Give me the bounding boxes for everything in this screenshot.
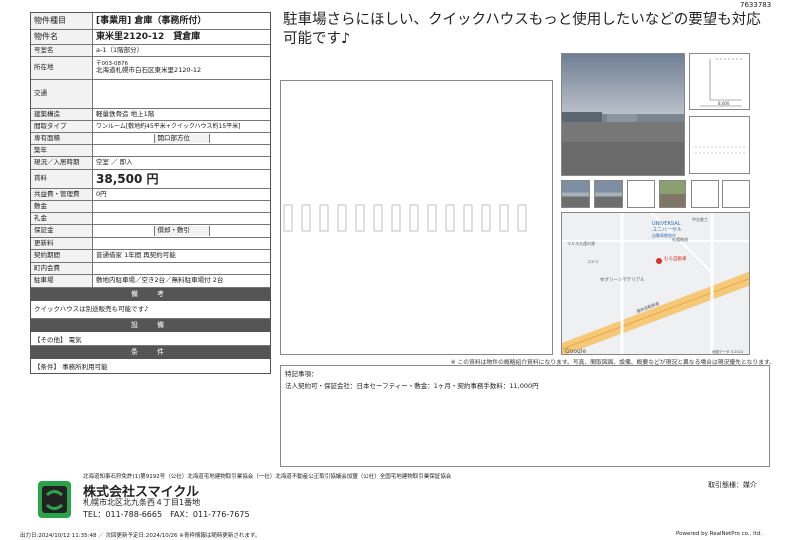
property-table: 物件種目 [事業用] 倉庫（事務所付） 物件名 東米里2120-12 貸倉庫 号室名… (30, 12, 271, 374)
area-value (93, 134, 154, 144)
location-map[interactable]: UNIVERSAL ユニバーサル 自動車教習所 中谷産工 札幌物流 マルス久遠の… (561, 212, 750, 355)
smile-logo-icon (38, 481, 71, 518)
age-value (93, 145, 270, 156)
remarks-title: 備 考 (31, 288, 270, 301)
thumbnail-5[interactable] (691, 180, 719, 208)
town-value (93, 263, 270, 274)
drawing-image-2 (689, 116, 750, 174)
name-label: 物件名 (31, 30, 93, 44)
floor-plan-image (280, 80, 553, 355)
reference-code: 7633783 (740, 1, 772, 9)
facility-title: 設 備 (31, 319, 270, 332)
site-plan-drawing: 8,000 (700, 58, 742, 107)
site-plan-image: 8,000 (689, 53, 750, 110)
facility-text: 【その他】 電気 (31, 332, 270, 346)
type-label: 物件種目 (31, 13, 93, 29)
room-label: 号室名 (31, 45, 93, 56)
structure-value: 軽量鉄骨造 地上1階 (96, 109, 155, 118)
area-label: 専有面積 (31, 133, 93, 144)
name-value: 東米里2120-12 貸倉庫 (96, 31, 201, 42)
renewal-label: 更新料 (31, 238, 93, 249)
transport-label: 交通 (31, 80, 93, 108)
contract-label: 契約期間 (31, 250, 93, 262)
thumbnail-3[interactable] (627, 180, 655, 208)
address-value: 北海道札幌市白石区東米里2120-12 (96, 66, 202, 75)
drawing-lines (695, 146, 745, 154)
company-logo (38, 481, 71, 518)
fee-label: 共益費・管理費 (31, 189, 93, 200)
rent-label: 賃料 (31, 170, 93, 188)
transport-value (93, 80, 270, 108)
contract-value: 普通借家 1年間 再契約可能 (96, 251, 176, 260)
conditions-text: 【条件】 事務所利用可能 (34, 363, 108, 371)
company-phone: TEL：011-788-6665 FAX：011-776-7675 (83, 510, 250, 519)
room-value: a-1（1階部分） (96, 45, 144, 54)
special-notes-box: 特記事項： 法人契約可・保証会社：日本セーフティー・敷金：1ヶ月・契約事務手数料… (280, 365, 770, 467)
map-label-6: マルス久遠の源 (567, 240, 595, 246)
amort-label: 償却・敷引 (153, 226, 210, 236)
thumbnail-6[interactable] (722, 180, 750, 208)
map-graphic: UNIVERSAL ユニバーサル 自動車教習所 中谷産工 札幌物流 マルス久遠の… (562, 213, 749, 355)
map-copyright: 地図データ ©2024 (712, 349, 744, 354)
address-label: 所在地 (31, 57, 93, 79)
remarks-text: クイックハウスは別途販売も可能です♪ (31, 301, 270, 319)
deal-type: 取引態様：媒介 (708, 481, 757, 489)
deposit-label: 敷金 (31, 201, 93, 212)
renewal-value (93, 238, 270, 249)
map-label-4: 中谷産工 (692, 216, 708, 222)
type-value: [事業用] 倉庫（事務所付） (96, 15, 207, 26)
fee-value: 0円 (96, 189, 107, 198)
site-photo-image (562, 54, 684, 175)
site-photo (561, 53, 685, 176)
parking-value: 敷地内駐車場／空き2台／無料駐車場付 2台 (96, 276, 224, 285)
rent-value: 38,500 円 (96, 171, 159, 186)
thumbnail-2[interactable] (594, 180, 623, 208)
layout-value: ワンルーム[敷地約45平米+クイックハウス約15平米] (96, 122, 241, 130)
property-marker-icon[interactable] (656, 258, 662, 264)
special-notes-title: 特記事項： (285, 370, 318, 378)
floor-plan-drawing (283, 204, 527, 232)
footer-info: 出力日:2024/10/12 11:35:48 ／ 次回更新予定日:2024/1… (20, 533, 261, 539)
map-label-9: コメリ (587, 259, 599, 264)
status-label: 現況／入居時期 (31, 157, 93, 169)
parking-label: 駐車場 (31, 275, 93, 287)
thumbnail-4[interactable] (659, 180, 686, 208)
keymoney-value (93, 213, 270, 224)
keymoney-label: 礼金 (31, 213, 93, 224)
age-label: 築年 (31, 145, 93, 156)
map-label-5: 札幌物流 (672, 236, 688, 242)
structure-label: 建築構造 (31, 109, 93, 120)
town-label: 町内会費 (31, 263, 93, 274)
conditions-title: 条 件 (31, 346, 270, 359)
special-notes-text: 法人契約可・保証会社：日本セーフティー・敷金：1ヶ月・契約事務手数料：11,00… (285, 382, 539, 390)
status-value: 空室 ／ 即入 (96, 158, 133, 167)
license-info: 北海道知事石狩免許(1)第9192号（公社）北海道宅地建物取引業協会（一社）北海… (83, 474, 452, 480)
thumbnail-1[interactable] (561, 180, 590, 208)
deposit-value (93, 201, 270, 212)
guarantee-value (93, 226, 154, 236)
footer-powered: Powered by RealNetPro co., ltd. (676, 531, 763, 537)
catch-copy: 駐車場さらにほしい、クイックハウスもっと使用したいなどの要望も対応可能です♪ (283, 12, 761, 47)
guarantee-label: 保証金 (31, 225, 93, 237)
facing-value (210, 134, 271, 144)
amort-value (210, 226, 271, 236)
layout-label: 間取タイプ (31, 121, 93, 132)
google-logo: Google (565, 348, 586, 355)
facing-label: 開口部方位 (153, 133, 210, 144)
site-plan-dimension: 8,000 (718, 101, 730, 106)
company-address: 札幌市北区北九条西４丁目1番地 (83, 498, 201, 507)
map-label-8: ゆグリーンマテリアル (600, 276, 645, 283)
map-label-7: むら自動車 (664, 255, 687, 262)
